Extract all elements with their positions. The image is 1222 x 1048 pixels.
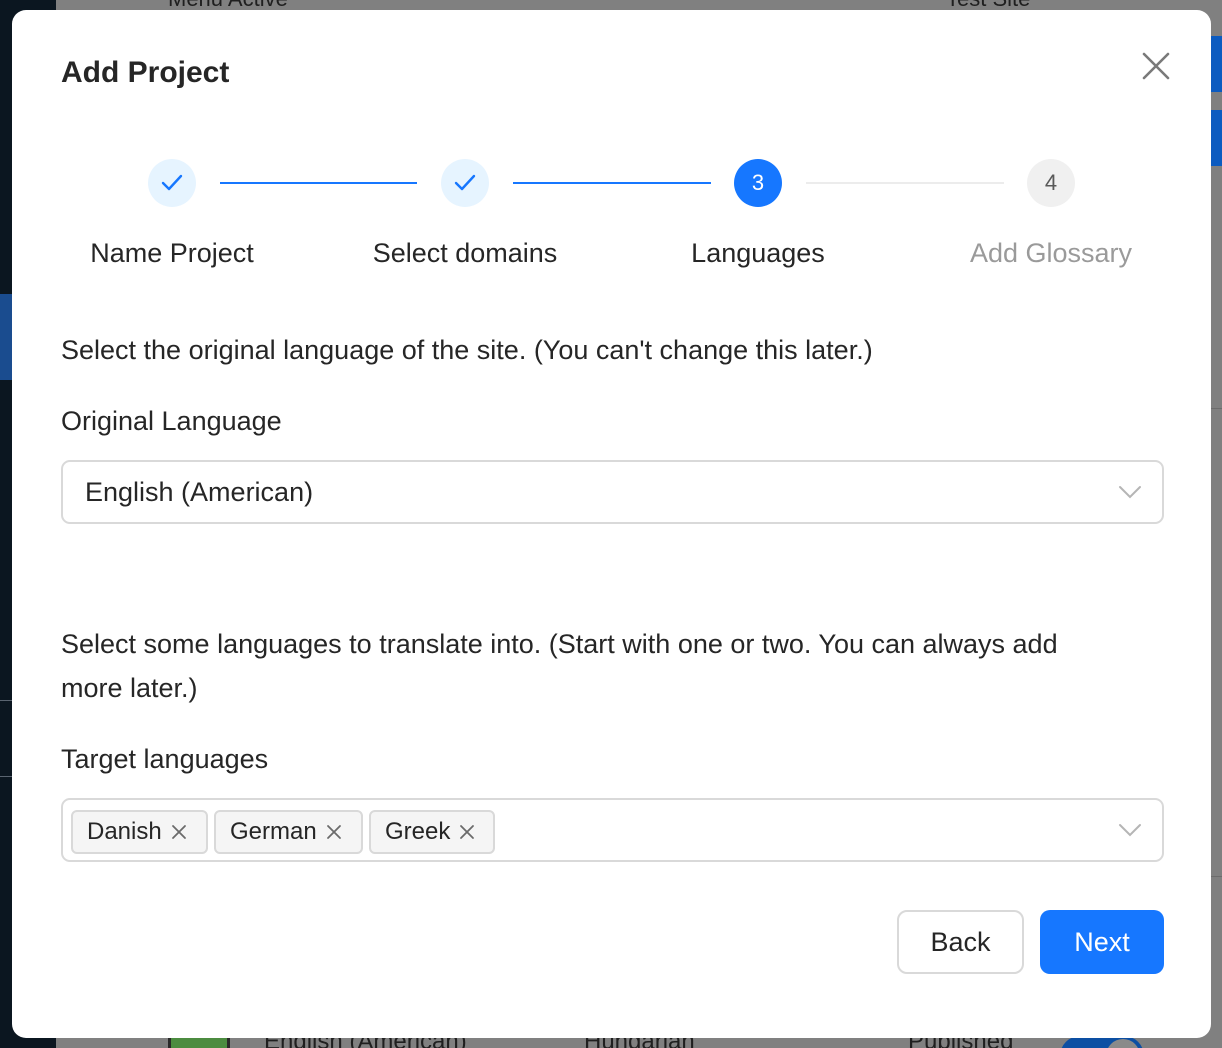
background-sidebar-active	[0, 294, 12, 380]
chevron-down-icon	[1119, 824, 1141, 837]
close-icon	[1142, 52, 1170, 80]
step-3-circle: 3	[734, 159, 782, 207]
step-connector	[806, 182, 1004, 184]
step-1-circle	[148, 159, 196, 207]
step-connector	[220, 182, 417, 184]
tag-label: Greek	[385, 818, 451, 845]
original-language-label: Original Language	[61, 406, 282, 436]
add-project-modal: Add Project 3 4 Name Project Select doma…	[12, 10, 1211, 1038]
tag-label: German	[230, 818, 317, 845]
step-4-label: Add Glossary	[969, 238, 1133, 268]
check-icon	[454, 174, 476, 191]
check-icon	[161, 174, 183, 191]
modal-title: Add Project	[61, 56, 230, 89]
step-2-circle	[441, 159, 489, 207]
target-languages-label: Target languages	[61, 744, 269, 774]
step-4-circle: 4	[1027, 159, 1075, 207]
background-divider	[1210, 408, 1222, 409]
tag-label: Danish	[87, 818, 162, 845]
tag-greek: Greek	[369, 810, 495, 854]
tag-german: German	[214, 810, 363, 854]
back-button[interactable]: Back	[897, 910, 1024, 974]
close-button[interactable]	[1140, 50, 1172, 82]
original-language-instruction: Select the original language of the site…	[61, 335, 873, 365]
original-language-select[interactable]: English (American)	[61, 460, 1164, 524]
step-connector	[513, 182, 711, 184]
target-languages-instruction-line1: Select some languages to translate into.…	[61, 629, 1058, 659]
original-language-value: English (American)	[85, 477, 314, 507]
step-2-label: Select domains	[372, 238, 558, 268]
background-divider	[1210, 876, 1222, 877]
tag-remove-icon[interactable]	[458, 823, 476, 841]
step-1-label: Name Project	[90, 238, 254, 268]
tag-remove-icon[interactable]	[170, 823, 188, 841]
tag-danish: Danish	[71, 810, 208, 854]
next-button[interactable]: Next	[1040, 910, 1164, 974]
target-languages-select[interactable]: Danish German Greek	[61, 798, 1164, 862]
tag-remove-icon[interactable]	[325, 823, 343, 841]
target-languages-instruction-line2: more later.)	[61, 673, 198, 703]
chevron-down-icon	[1119, 486, 1141, 499]
step-3-label: Languages	[691, 238, 825, 268]
